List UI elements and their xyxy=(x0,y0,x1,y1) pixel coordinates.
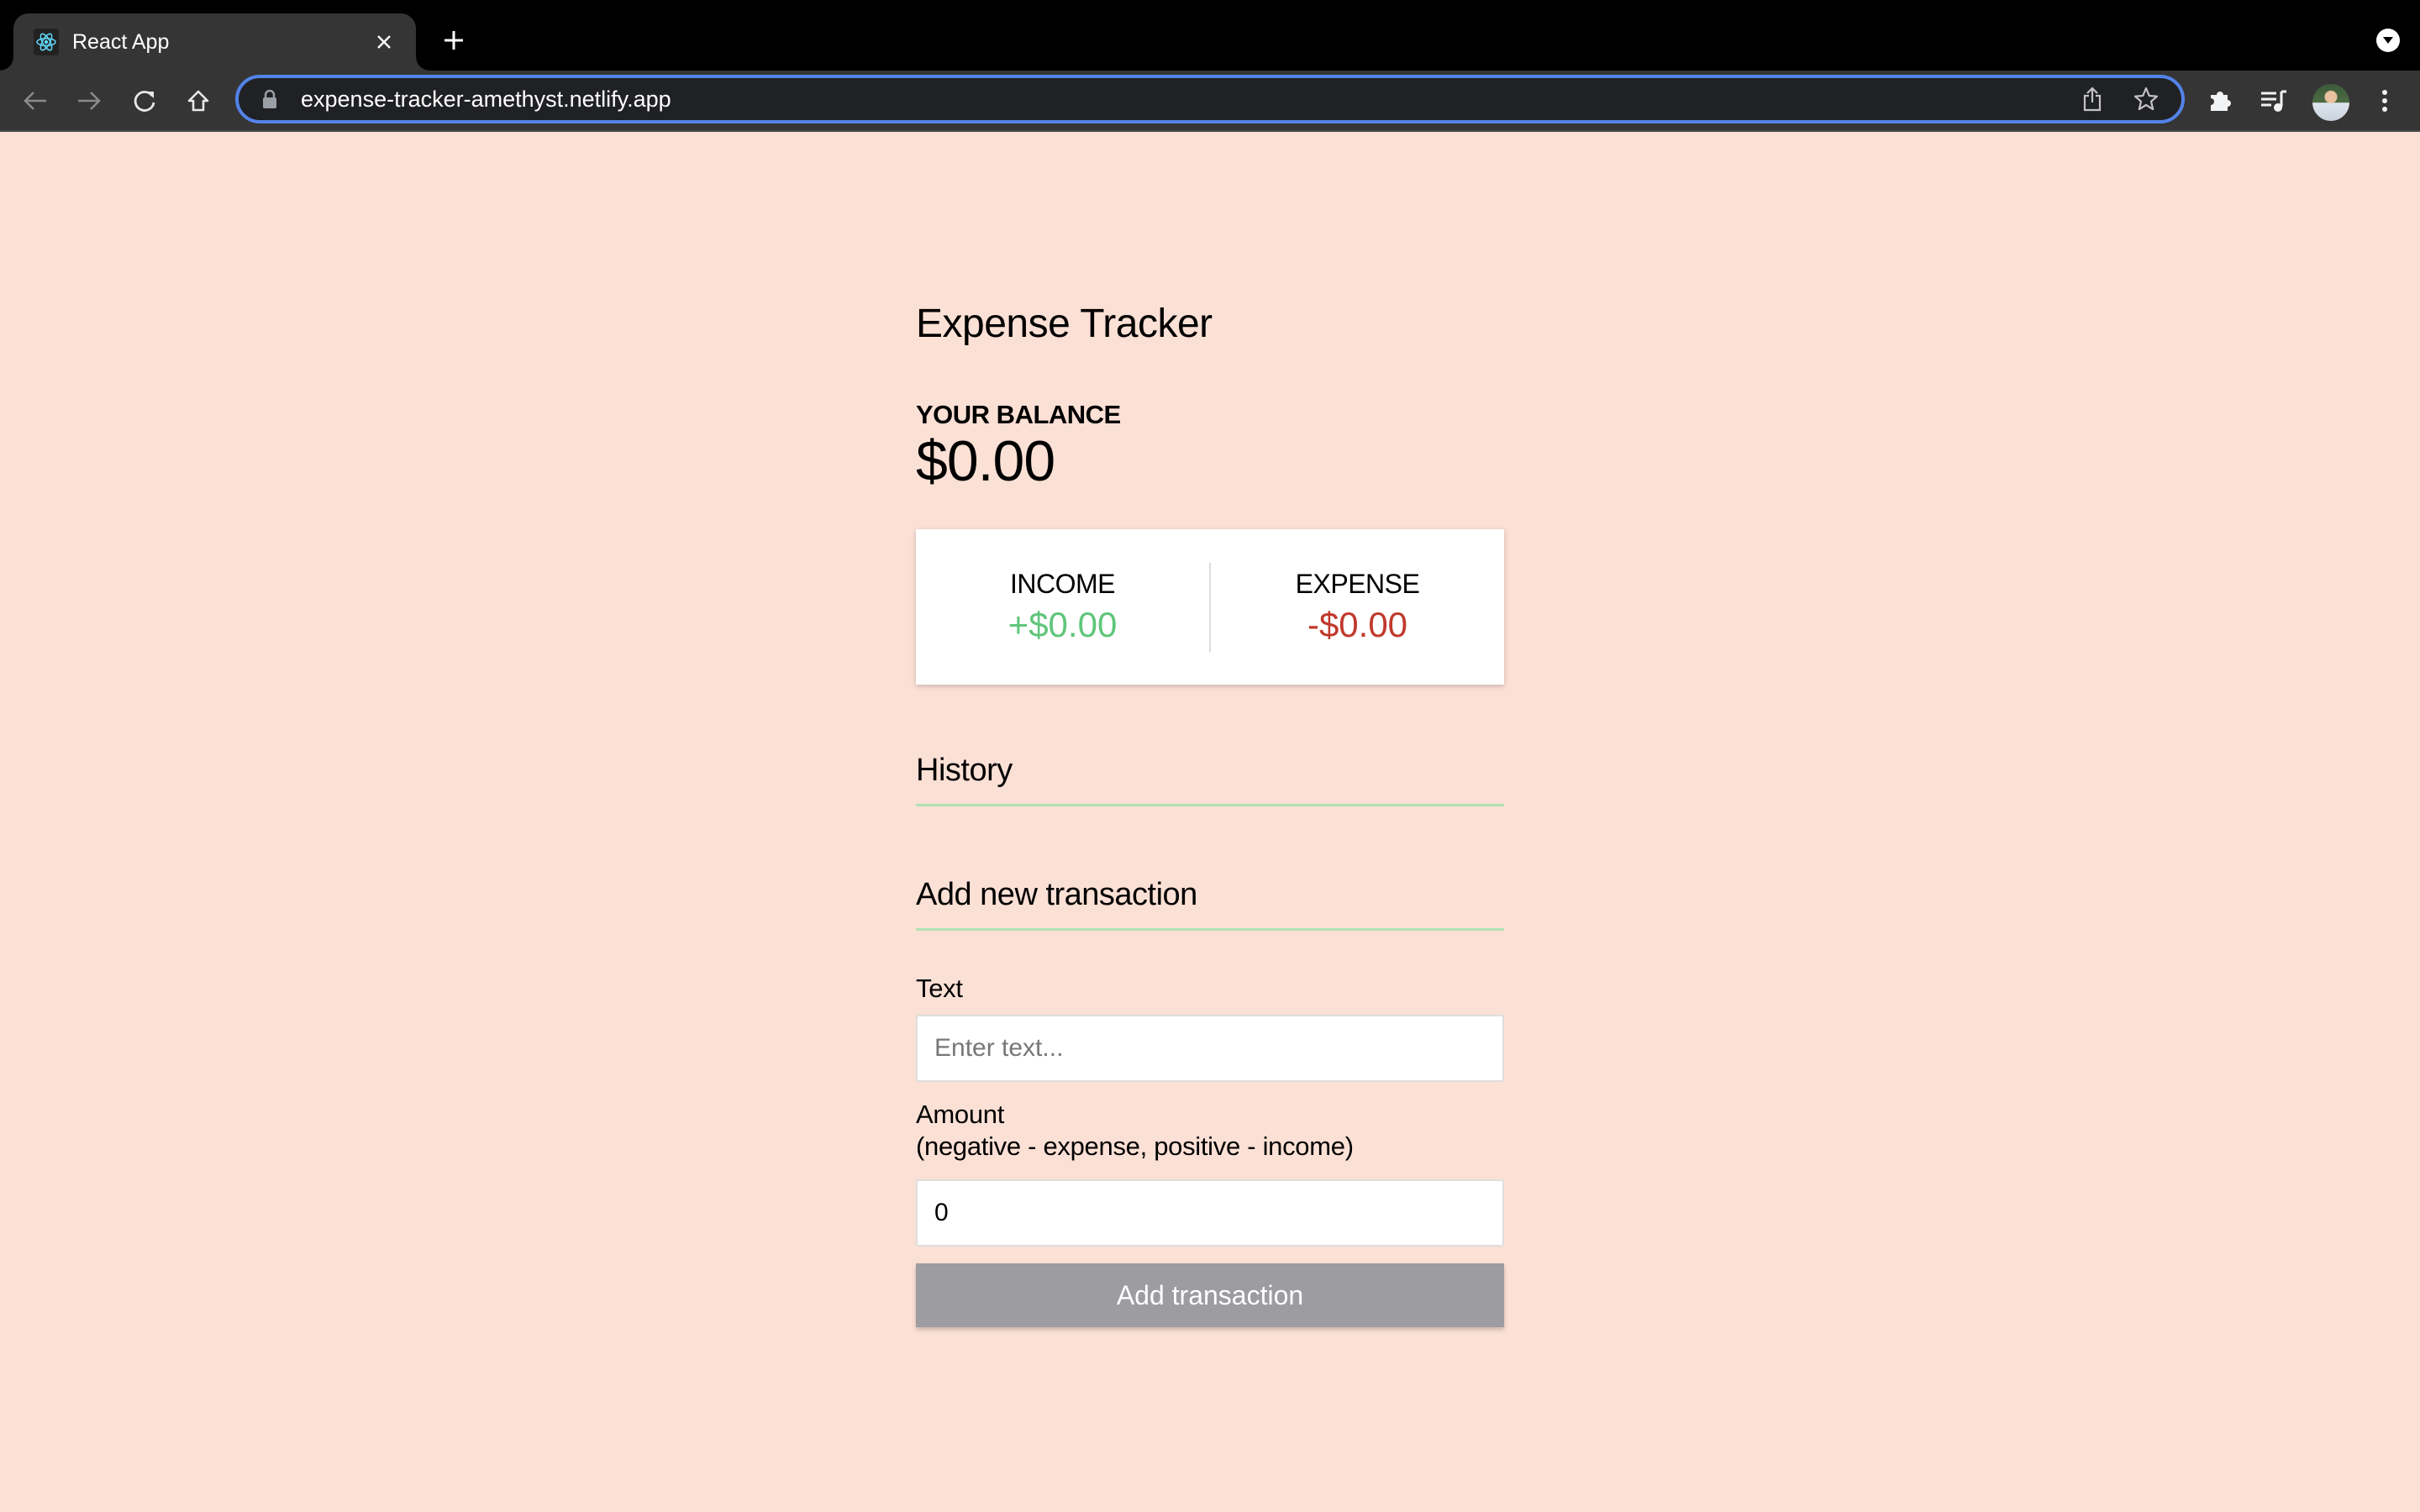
tab-strip: React App xyxy=(0,0,2420,71)
home-icon xyxy=(187,90,209,112)
amount-input[interactable] xyxy=(916,1179,1504,1247)
text-field-label: Text xyxy=(916,974,963,1003)
back-button[interactable] xyxy=(17,82,54,119)
chevron-down-icon xyxy=(2383,37,2393,44)
kebab-menu-icon xyxy=(2382,90,2387,112)
amount-hint: (negative - expense, positive - income) xyxy=(916,1131,1354,1161)
react-logo-icon xyxy=(34,29,59,55)
forward-button[interactable] xyxy=(71,82,108,119)
new-tab-button[interactable] xyxy=(437,24,471,57)
tab-title: React App xyxy=(72,29,170,54)
income-value: +$0.00 xyxy=(1007,605,1118,644)
balance-value: $0.00 xyxy=(916,429,1055,493)
browser-tab[interactable]: React App xyxy=(0,13,429,71)
expense-label: EXPENSE xyxy=(1295,569,1420,599)
media-control-button[interactable] xyxy=(2255,82,2292,119)
reload-button[interactable] xyxy=(126,82,163,119)
share-icon[interactable] xyxy=(2074,81,2111,118)
history-heading: History xyxy=(916,753,1504,806)
arrow-left-icon xyxy=(24,92,46,110)
address-bar[interactable]: expense-tracker-amethyst.netlify.app xyxy=(235,75,2185,123)
expense-value: -$0.00 xyxy=(1307,605,1408,644)
playlist-icon xyxy=(2261,90,2286,112)
star-icon[interactable] xyxy=(2128,81,2165,118)
arrow-right-icon xyxy=(78,92,101,110)
home-button[interactable] xyxy=(180,82,217,119)
lock-icon[interactable] xyxy=(262,89,277,109)
avatar[interactable] xyxy=(2312,84,2349,121)
income-label: INCOME xyxy=(1010,569,1116,599)
add-transaction-heading: Add new transaction xyxy=(916,877,1504,931)
add-transaction-button[interactable]: Add transaction xyxy=(916,1263,1504,1327)
puzzle-icon xyxy=(2211,92,2231,111)
close-icon[interactable] xyxy=(367,25,401,59)
amount-label: Amount xyxy=(916,1100,1005,1129)
browser-toolbar: expense-tracker-amethyst.netlify.app xyxy=(0,71,2420,132)
expense-summary: EXPENSE -$0.00 xyxy=(1211,569,1504,645)
extensions-button[interactable] xyxy=(2202,82,2238,119)
income-summary: INCOME +$0.00 xyxy=(916,569,1209,645)
plus-icon xyxy=(445,31,463,50)
balance-label: YOUR BALANCE xyxy=(916,400,1121,429)
amount-field-label: Amount (negative - expense, positive - i… xyxy=(916,1099,1354,1163)
tab-search-button[interactable] xyxy=(2376,29,2400,52)
url-text[interactable]: expense-tracker-amethyst.netlify.app xyxy=(301,87,2074,113)
browser-menu-button[interactable] xyxy=(2366,82,2403,119)
text-input[interactable] xyxy=(916,1015,1504,1082)
income-expense-summary: INCOME +$0.00 EXPENSE -$0.00 xyxy=(916,529,1504,685)
reload-icon xyxy=(134,91,155,112)
page-title: Expense Tracker xyxy=(916,302,1213,346)
